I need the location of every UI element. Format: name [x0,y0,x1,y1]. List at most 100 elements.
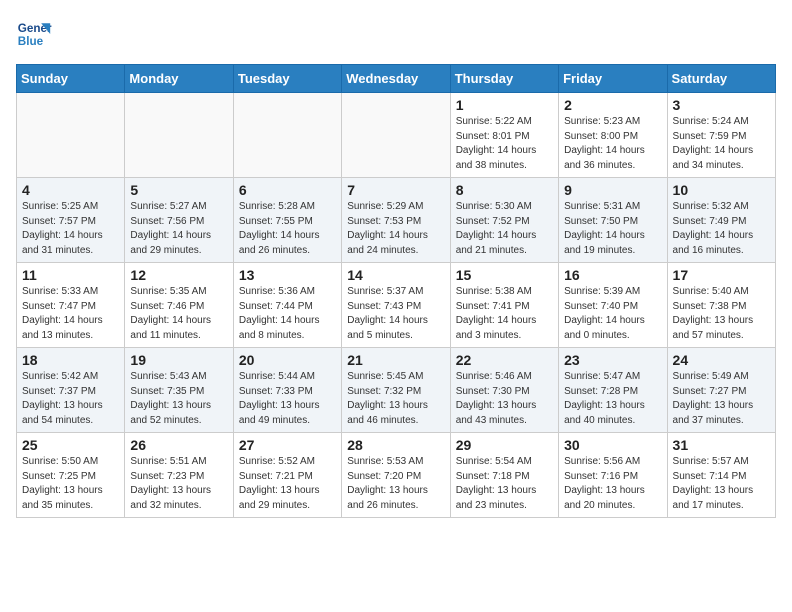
calendar-cell: 12 Sunrise: 5:35 AM Sunset: 7:46 PM Dayli… [125,263,233,348]
day-info: Sunrise: 5:45 AM Sunset: 7:32 PM Dayligh… [347,370,444,428]
logo-icon: General Blue [16,16,52,52]
day-info: Sunrise: 5:43 AM Sunset: 7:35 PM Dayligh… [130,370,227,428]
day-info: Sunrise: 5:31 AM Sunset: 7:50 PM Dayligh… [564,200,661,258]
day-info: Sunrise: 5:44 AM Sunset: 7:33 PM Dayligh… [239,370,336,428]
calendar-cell: 28 Sunrise: 5:53 AM Sunset: 7:20 PM Dayli… [342,433,450,518]
day-number: 18 [22,352,119,368]
day-number: 23 [564,352,661,368]
calendar-cell: 2 Sunrise: 5:23 AM Sunset: 8:00 PM Daylig… [559,93,667,178]
calendar-cell: 17 Sunrise: 5:40 AM Sunset: 7:38 PM Dayli… [667,263,775,348]
calendar-week-row: 11 Sunrise: 5:33 AM Sunset: 7:47 PM Dayli… [17,263,776,348]
calendar-cell: 3Sunrise: 5:24 AM Sunset: 7:59 PM Daylig… [667,93,775,178]
day-info: Sunrise: 5:51 AM Sunset: 7:23 PM Dayligh… [130,455,227,513]
calendar-week-row: 18 Sunrise: 5:42 AM Sunset: 7:37 PM Dayli… [17,348,776,433]
page-header: General Blue [16,16,776,52]
weekday-header-tuesday: Tuesday [233,65,341,93]
calendar-cell: 13 Sunrise: 5:36 AM Sunset: 7:44 PM Dayli… [233,263,341,348]
calendar-cell [17,93,125,178]
day-number: 4 [22,182,119,198]
day-info: Sunrise: 5:30 AM Sunset: 7:52 PM Dayligh… [456,200,553,258]
day-number: 13 [239,267,336,283]
day-number: 19 [130,352,227,368]
day-info: Sunrise: 5:25 AM Sunset: 7:57 PM Dayligh… [22,200,119,258]
calendar-week-row: 4 Sunrise: 5:25 AM Sunset: 7:57 PM Daylig… [17,178,776,263]
calendar-week-row: 25 Sunrise: 5:50 AM Sunset: 7:25 PM Dayli… [17,433,776,518]
day-info: Sunrise: 5:37 AM Sunset: 7:43 PM Dayligh… [347,285,444,343]
day-info: Sunrise: 5:27 AM Sunset: 7:56 PM Dayligh… [130,200,227,258]
day-number: 10 [673,182,770,198]
day-info: Sunrise: 5:52 AM Sunset: 7:21 PM Dayligh… [239,455,336,513]
calendar-cell: 29Sunrise: 5:54 AM Sunset: 7:18 PM Dayli… [450,433,558,518]
day-info: Sunrise: 5:49 AM Sunset: 7:27 PM Dayligh… [673,370,770,428]
day-number: 20 [239,352,336,368]
day-number: 14 [347,267,444,283]
day-info: Sunrise: 5:50 AM Sunset: 7:25 PM Dayligh… [22,455,119,513]
day-number: 16 [564,267,661,283]
day-number: 21 [347,352,444,368]
calendar-cell: 7 Sunrise: 5:29 AM Sunset: 7:53 PM Daylig… [342,178,450,263]
day-info: Sunrise: 5:28 AM Sunset: 7:55 PM Dayligh… [239,200,336,258]
day-number: 11 [22,267,119,283]
day-info: Sunrise: 5:38 AM Sunset: 7:41 PM Dayligh… [456,285,553,343]
weekday-header-monday: Monday [125,65,233,93]
day-info: Sunrise: 5:42 AM Sunset: 7:37 PM Dayligh… [22,370,119,428]
day-number: 3 [673,97,770,113]
calendar-cell: 6Sunrise: 5:28 AM Sunset: 7:55 PM Daylig… [233,178,341,263]
calendar-cell: 23 Sunrise: 5:47 AM Sunset: 7:28 PM Dayli… [559,348,667,433]
calendar-cell [342,93,450,178]
day-info: Sunrise: 5:40 AM Sunset: 7:38 PM Dayligh… [673,285,770,343]
calendar-cell: 15Sunrise: 5:38 AM Sunset: 7:41 PM Dayli… [450,263,558,348]
calendar-table: SundayMondayTuesdayWednesdayThursdayFrid… [16,64,776,518]
day-number: 12 [130,267,227,283]
calendar-cell: 1 Sunrise: 5:22 AM Sunset: 8:01 PM Daylig… [450,93,558,178]
day-number: 5 [130,182,227,198]
calendar-cell: 27 Sunrise: 5:52 AM Sunset: 7:21 PM Dayli… [233,433,341,518]
calendar-cell: 25 Sunrise: 5:50 AM Sunset: 7:25 PM Dayli… [17,433,125,518]
calendar-cell: 9 Sunrise: 5:31 AM Sunset: 7:50 PM Daylig… [559,178,667,263]
day-info: Sunrise: 5:47 AM Sunset: 7:28 PM Dayligh… [564,370,661,428]
calendar-cell: 11 Sunrise: 5:33 AM Sunset: 7:47 PM Dayli… [17,263,125,348]
day-number: 24 [673,352,770,368]
day-info: Sunrise: 5:36 AM Sunset: 7:44 PM Dayligh… [239,285,336,343]
day-number: 22 [456,352,553,368]
day-info: Sunrise: 5:23 AM Sunset: 8:00 PM Dayligh… [564,115,661,173]
weekday-header-row: SundayMondayTuesdayWednesdayThursdayFrid… [17,65,776,93]
day-number: 29 [456,437,553,453]
day-info: Sunrise: 5:32 AM Sunset: 7:49 PM Dayligh… [673,200,770,258]
day-number: 8 [456,182,553,198]
calendar-cell [125,93,233,178]
day-number: 2 [564,97,661,113]
day-number: 17 [673,267,770,283]
calendar-cell: 10 Sunrise: 5:32 AM Sunset: 7:49 PM Dayli… [667,178,775,263]
calendar-cell: 30Sunrise: 5:56 AM Sunset: 7:16 PM Dayli… [559,433,667,518]
calendar-cell: 5 Sunrise: 5:27 AM Sunset: 7:56 PM Daylig… [125,178,233,263]
day-number: 1 [456,97,553,113]
logo: General Blue [16,16,52,52]
day-number: 25 [22,437,119,453]
calendar-cell: 8 Sunrise: 5:30 AM Sunset: 7:52 PM Daylig… [450,178,558,263]
weekday-header-saturday: Saturday [667,65,775,93]
calendar-cell: 14 Sunrise: 5:37 AM Sunset: 7:43 PM Dayli… [342,263,450,348]
day-number: 26 [130,437,227,453]
day-info: Sunrise: 5:29 AM Sunset: 7:53 PM Dayligh… [347,200,444,258]
day-number: 7 [347,182,444,198]
day-number: 28 [347,437,444,453]
calendar-cell: 21 Sunrise: 5:45 AM Sunset: 7:32 PM Dayli… [342,348,450,433]
calendar-week-row: 1 Sunrise: 5:22 AM Sunset: 8:01 PM Daylig… [17,93,776,178]
day-number: 27 [239,437,336,453]
calendar-cell: 16Sunrise: 5:39 AM Sunset: 7:40 PM Dayli… [559,263,667,348]
day-info: Sunrise: 5:35 AM Sunset: 7:46 PM Dayligh… [130,285,227,343]
calendar-cell: 4 Sunrise: 5:25 AM Sunset: 7:57 PM Daylig… [17,178,125,263]
calendar-cell: 24 Sunrise: 5:49 AM Sunset: 7:27 PM Dayli… [667,348,775,433]
weekday-header-wednesday: Wednesday [342,65,450,93]
calendar-cell: 20 Sunrise: 5:44 AM Sunset: 7:33 PM Dayli… [233,348,341,433]
weekday-header-thursday: Thursday [450,65,558,93]
day-number: 9 [564,182,661,198]
day-number: 31 [673,437,770,453]
day-info: Sunrise: 5:53 AM Sunset: 7:20 PM Dayligh… [347,455,444,513]
day-info: Sunrise: 5:22 AM Sunset: 8:01 PM Dayligh… [456,115,553,173]
day-info: Sunrise: 5:33 AM Sunset: 7:47 PM Dayligh… [22,285,119,343]
day-info: Sunrise: 5:57 AM Sunset: 7:14 PM Dayligh… [673,455,770,513]
calendar-cell: 26 Sunrise: 5:51 AM Sunset: 7:23 PM Dayli… [125,433,233,518]
calendar-cell: 19 Sunrise: 5:43 AM Sunset: 7:35 PM Dayli… [125,348,233,433]
